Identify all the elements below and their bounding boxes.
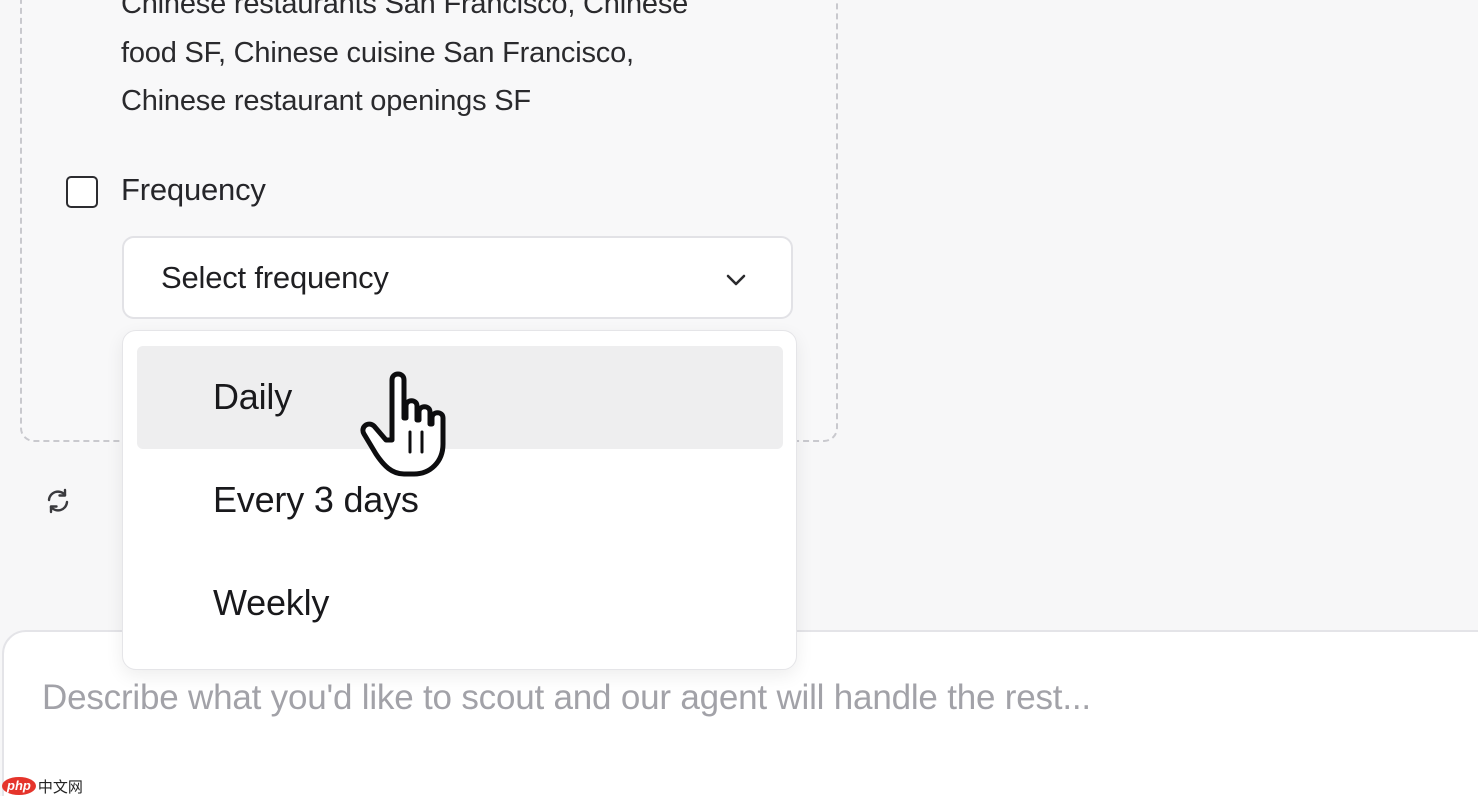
dropdown-option-daily[interactable]: Daily	[137, 346, 783, 449]
chevron-down-icon	[726, 274, 746, 286]
prompt-composer-placeholder: Describe what you'd like to scout and ou…	[42, 678, 1091, 717]
dropdown-option-weekly[interactable]: Weekly	[137, 552, 783, 655]
page: Chinese restaurants San Francisco, Chine…	[0, 0, 1478, 796]
frequency-checkbox[interactable]	[66, 176, 98, 208]
keywords-line: Chinese restaurant openings SF	[121, 85, 531, 117]
watermark: php 中文网	[2, 776, 83, 796]
watermark-logo: php	[2, 777, 36, 795]
dropdown-option-label: Weekly	[213, 582, 330, 623]
dropdown-option-label: Daily	[213, 376, 293, 417]
frequency-dropdown-menu: Daily Every 3 days Weekly	[122, 330, 797, 670]
keywords-text: Chinese restaurants San Francisco, Chine…	[121, 0, 801, 126]
frequency-select-value: Select frequency	[161, 260, 389, 295]
dropdown-option-every-3-days[interactable]: Every 3 days	[137, 449, 783, 552]
refresh-icon[interactable]	[44, 487, 72, 515]
dropdown-option-label: Every 3 days	[213, 479, 419, 520]
frequency-checkbox-row[interactable]	[66, 174, 98, 210]
frequency-label[interactable]: Frequency	[121, 172, 266, 208]
watermark-text: 中文网	[37, 778, 83, 796]
hand-pointer-icon	[360, 371, 446, 477]
frequency-select[interactable]: Select frequency	[122, 236, 793, 319]
keywords-line: food SF, Chinese cuisine San Francisco,	[121, 36, 634, 69]
keywords-line: Chinese restaurants San Francisco, Chine…	[121, 0, 689, 20]
